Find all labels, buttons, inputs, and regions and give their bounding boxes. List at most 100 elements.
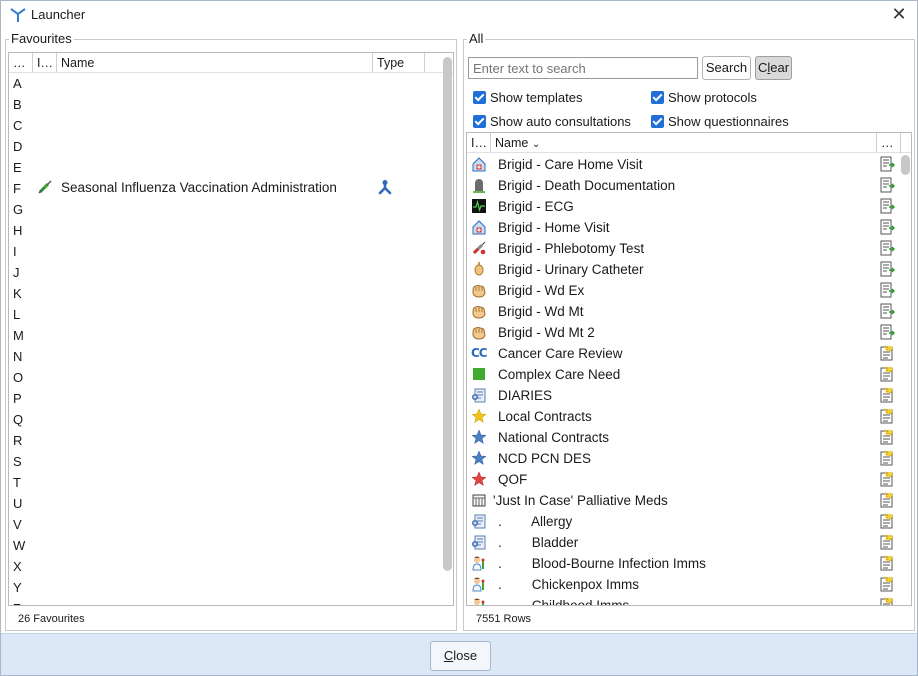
all-row-count: 7551 Rows: [476, 613, 532, 625]
letter-index-c[interactable]: C: [13, 115, 33, 136]
template-icon: [879, 198, 895, 214]
letter-index-h[interactable]: H: [13, 220, 33, 241]
all-list-row-name: National Contracts: [498, 430, 610, 445]
letter-index-t[interactable]: T: [13, 472, 33, 493]
letter-index-w[interactable]: W: [13, 535, 33, 556]
column-header-type[interactable]: Type: [373, 53, 425, 73]
all-list-row[interactable]: Brigid - Home Visit: [467, 217, 897, 238]
letter-index-b[interactable]: B: [13, 94, 33, 115]
auto-consultation-icon: [879, 597, 895, 605]
checkbox-checked-icon: [473, 115, 486, 128]
letter-index-x[interactable]: X: [13, 556, 33, 577]
letter-index-z[interactable]: Z: [13, 598, 33, 605]
favourites-scrollbar[interactable]: [443, 57, 452, 571]
all-list-row[interactable]: DIARIES: [467, 385, 897, 406]
column-header-type[interactable]: …: [877, 133, 901, 153]
letter-index-e[interactable]: E: [13, 157, 33, 178]
all-list-row[interactable]: NCD PCN DES: [467, 448, 897, 469]
all-list-row[interactable]: . Bladder: [467, 532, 897, 553]
letter-index-i[interactable]: I: [13, 241, 33, 262]
all-list-row[interactable]: 'Just In Case' Palliative Meds: [467, 490, 897, 511]
hand-icon: [471, 324, 487, 340]
all-list-row[interactable]: . Childhood Imms: [467, 595, 897, 605]
title-bar: Launcher ✕: [1, 1, 917, 29]
all-list-row[interactable]: National Contracts: [467, 427, 897, 448]
letter-index-f[interactable]: F: [13, 178, 33, 199]
gold-star-icon: [471, 408, 487, 424]
letter-index-u[interactable]: U: [13, 493, 33, 514]
all-list-row-name: Brigid - Care Home Visit: [498, 157, 643, 172]
all-scrollbar[interactable]: [901, 155, 910, 175]
favourite-item[interactable]: Seasonal Influenza Vaccination Administr…: [33, 177, 413, 198]
letter-index-p[interactable]: P: [13, 388, 33, 409]
all-list-row-name: NCD PCN DES: [498, 451, 592, 466]
all-list-row[interactable]: Brigid - Urinary Catheter: [467, 259, 897, 280]
column-header-letter[interactable]: …: [9, 53, 33, 73]
letter-index-s[interactable]: S: [13, 451, 33, 472]
all-list-row-name: . Blood-Bourne Infection Imms: [498, 556, 706, 571]
letter-index-o[interactable]: O: [13, 367, 33, 388]
auto-consultation-icon: [879, 513, 895, 529]
checkbox-checked-icon: [651, 115, 664, 128]
diary-icon: [471, 387, 487, 403]
column-header-icon[interactable]: I…: [33, 53, 57, 73]
all-list-row[interactable]: . Chickenpox Imms: [467, 574, 897, 595]
template-icon: [879, 324, 895, 340]
all-list-row[interactable]: Brigid - Care Home Visit: [467, 154, 897, 175]
all-list-row[interactable]: Brigid - Death Documentation: [467, 175, 897, 196]
launcher-body: Favourites … I… Name Type ABCDEFGHIJKLMN…: [1, 29, 917, 633]
all-list-row-name: QOF: [498, 472, 528, 487]
favourites-table: … I… Name Type ABCDEFGHIJKLMNOPQRSTUVWXY…: [8, 52, 454, 606]
search-input[interactable]: [468, 57, 698, 79]
column-header-name[interactable]: Name: [57, 53, 373, 73]
pill-box-icon: [471, 492, 487, 508]
clear-button[interactable]: Clear: [755, 56, 792, 80]
all-list-row[interactable]: Brigid - Wd Mt: [467, 301, 897, 322]
close-window-icon[interactable]: ✕: [887, 2, 911, 26]
hand-icon: [471, 282, 487, 298]
letter-index-j[interactable]: J: [13, 262, 33, 283]
all-list-row-name: Brigid - ECG: [498, 199, 574, 214]
checkbox-checked-icon: [651, 91, 664, 104]
letter-index-g[interactable]: G: [13, 199, 33, 220]
letter-index-y[interactable]: Y: [13, 577, 33, 598]
column-header-name-label: Name: [495, 136, 529, 150]
blue-star-icon: [471, 429, 487, 445]
column-header-name[interactable]: Name ⌄: [491, 133, 877, 153]
all-list-row[interactable]: Brigid - Wd Mt 2: [467, 322, 897, 343]
all-list-row[interactable]: Complex Care Need: [467, 364, 897, 385]
letter-index-q[interactable]: Q: [13, 409, 33, 430]
letter-index-l[interactable]: L: [13, 304, 33, 325]
auto-consultation-icon: [879, 450, 895, 466]
column-header-icon[interactable]: I…: [467, 133, 491, 153]
letter-index: ABCDEFGHIJKLMNOPQRSTUVWXYZ: [13, 73, 33, 605]
letter-index-n[interactable]: N: [13, 346, 33, 367]
close-button[interactable]: Close: [430, 641, 491, 671]
all-list-row-name: Complex Care Need: [498, 367, 621, 382]
all-list-row[interactable]: CC Cancer Care Review: [467, 343, 897, 364]
search-button[interactable]: Search: [702, 56, 751, 80]
letter-index-r[interactable]: R: [13, 430, 33, 451]
auto-consultation-icon: [879, 345, 895, 361]
letter-index-k[interactable]: K: [13, 283, 33, 304]
syringe-icon: [38, 180, 52, 194]
letter-index-m[interactable]: M: [13, 325, 33, 346]
hand-icon: [471, 303, 487, 319]
all-list-row[interactable]: Brigid - Wd Ex: [467, 280, 897, 301]
letter-index-v[interactable]: V: [13, 514, 33, 535]
all-table: I… Name ⌄ … Brigid - Care Home Visit Brig…: [466, 132, 912, 606]
gravestone-icon: [471, 177, 487, 193]
all-list-row[interactable]: Brigid - Phlebotomy Test: [467, 238, 897, 259]
show-protocols-label: Show protocols: [668, 90, 757, 105]
all-list-row[interactable]: Local Contracts: [467, 406, 897, 427]
nurse-icon: [471, 576, 487, 592]
all-list-row[interactable]: Brigid - ECG: [467, 196, 897, 217]
all-list-row-name: Brigid - Death Documentation: [498, 178, 676, 193]
all-list-row[interactable]: . Blood-Bourne Infection Imms: [467, 553, 897, 574]
letter-index-a[interactable]: A: [13, 73, 33, 94]
letter-index-d[interactable]: D: [13, 136, 33, 157]
all-list-row[interactable]: QOF: [467, 469, 897, 490]
all-list-row[interactable]: . Allergy: [467, 511, 897, 532]
all-list-row-name: 'Just In Case' Palliative Meds: [493, 493, 668, 508]
auto-consultation-icon: [879, 429, 895, 445]
